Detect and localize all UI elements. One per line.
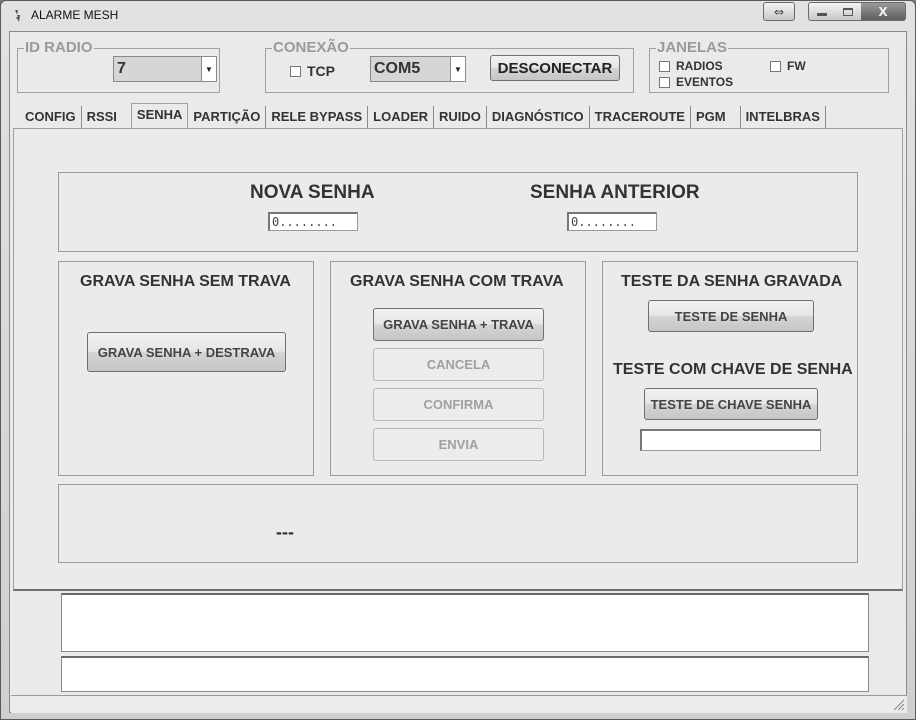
close-icon: X [878, 4, 888, 19]
conexao-label: CONEXÃO [272, 39, 350, 56]
tcp-label: TCP [307, 63, 335, 79]
app-window: ALARME MESH ⇔ X ID RADIO 7 ▼ CONEXÃO TCP… [0, 0, 916, 720]
title-bar: ALARME MESH ⇔ X [1, 1, 915, 31]
eventos-label: EVENTOS [676, 75, 734, 89]
senha-tab-panel: NOVA SENHA SENHA ANTERIOR GRAVA SENHA SE… [13, 128, 903, 591]
envia-label: ENVIA [438, 437, 479, 452]
confirma-label: CONFIRMA [423, 397, 494, 412]
fw-label: FW [787, 59, 806, 73]
tab-loader[interactable]: LOADER [368, 106, 435, 128]
tab-traceroute[interactable]: TRACEROUTE [590, 106, 691, 128]
radios-checkbox[interactable]: RADIOS [659, 59, 723, 73]
grava-trava-button[interactable]: GRAVA SENHA + TRAVA [373, 308, 544, 341]
tab-rele-bypass[interactable]: RELE BYPASS [266, 106, 369, 128]
resize-grip-icon[interactable] [893, 699, 905, 711]
status-panel: --- [58, 484, 858, 563]
conexao-group: CONEXÃO TCP COM5 ▼ DESCONECTAR [265, 40, 634, 93]
tab-particao[interactable]: PARTIÇÃO [188, 106, 267, 128]
tab-intelbras[interactable]: INTELBRAS [741, 106, 826, 128]
sem-trava-heading: GRAVA SENHA SEM TRAVA [80, 273, 291, 290]
grava-destrava-button[interactable]: GRAVA SENHA + DESTRAVA [87, 332, 286, 372]
chave-senha-input[interactable] [640, 429, 821, 451]
minimize-icon [817, 13, 827, 16]
resize-button[interactable]: ⇔ [763, 2, 795, 21]
port-select[interactable]: COM5 ▼ [370, 56, 466, 82]
confirma-button[interactable]: CONFIRMA [373, 388, 544, 421]
tab-diagnostico[interactable]: DIAGNÓSTICO [487, 106, 590, 128]
tab-pgm[interactable]: PGM [691, 106, 741, 128]
client-area: ID RADIO 7 ▼ CONEXÃO TCP COM5 ▼ DESCONEC… [9, 31, 907, 713]
janelas-group: JANELAS RADIOS EVENTOS FW [649, 40, 889, 93]
minimize-button[interactable] [808, 2, 836, 21]
disconnect-button[interactable]: DESCONECTAR [490, 55, 620, 81]
teste-chave-heading: TESTE COM CHAVE DE SENHA [613, 361, 853, 378]
teste-senha-heading: TESTE DA SENHA GRAVADA [621, 273, 843, 290]
status-text: --- [276, 522, 294, 542]
id-radio-group: ID RADIO 7 ▼ [17, 40, 220, 93]
nova-senha-input[interactable] [268, 212, 358, 231]
id-radio-value: 7 [117, 60, 126, 77]
cancela-label: CANCELA [426, 357, 491, 372]
fw-checkbox-box[interactable] [770, 60, 781, 72]
radios-label: RADIOS [676, 59, 723, 73]
tcp-checkbox-box[interactable] [290, 65, 301, 77]
fw-checkbox[interactable]: FW [770, 59, 806, 73]
grava-destrava-label: GRAVA SENHA + DESTRAVA [97, 344, 276, 360]
janelas-label: JANELAS [656, 39, 729, 56]
nova-senha-heading: NOVA SENHA [250, 182, 375, 203]
id-radio-label: ID RADIO [24, 39, 94, 56]
grava-trava-label: GRAVA SENHA + TRAVA [383, 317, 534, 332]
status-bar [11, 695, 907, 713]
tab-config[interactable]: CONFIG [20, 106, 82, 128]
maximize-button[interactable] [835, 2, 862, 21]
sem-trava-panel: GRAVA SENHA SEM TRAVA GRAVA SENHA + DEST… [58, 261, 314, 476]
chevron-down-icon[interactable]: ▼ [450, 57, 466, 81]
radios-checkbox-box[interactable] [659, 60, 670, 72]
tab-senha[interactable]: SENHA [130, 103, 189, 128]
port-value: COM5 [374, 60, 421, 77]
disconnect-label: DESCONECTAR [497, 59, 613, 77]
cancela-button[interactable]: CANCELA [373, 348, 544, 381]
eventos-checkbox-box[interactable] [659, 76, 670, 88]
app-icon [15, 10, 20, 22]
com-trava-panel: GRAVA SENHA COM TRAVA GRAVA SENHA + TRAV… [330, 261, 586, 476]
password-entry-panel: NOVA SENHA SENHA ANTERIOR [58, 172, 858, 252]
tab-ruido[interactable]: RUIDO [434, 106, 487, 128]
window-title: ALARME MESH [31, 8, 119, 22]
senha-anterior-heading: SENHA ANTERIOR [530, 182, 700, 203]
close-button[interactable]: X [861, 2, 906, 21]
maximize-icon [843, 7, 853, 16]
resize-icon: ⇔ [773, 4, 785, 19]
teste-senha-button[interactable]: TESTE DE SENHA [648, 300, 814, 332]
envia-button[interactable]: ENVIA [373, 428, 544, 461]
teste-senha-label: TESTE DE SENHA [674, 308, 788, 324]
tab-bar: CONFIG RSSI SENHA PARTIÇÃO RELE BYPASS L… [20, 103, 826, 128]
senha-anterior-input[interactable] [567, 212, 657, 231]
com-trava-heading: GRAVA SENHA COM TRAVA [350, 273, 564, 290]
teste-chave-label: TESTE DE CHAVE SENHA [650, 396, 812, 412]
tcp-checkbox[interactable]: TCP [290, 63, 335, 79]
log-output[interactable] [61, 593, 869, 652]
tab-rssi[interactable]: RSSI [82, 106, 131, 128]
command-input[interactable] [61, 656, 869, 692]
teste-chave-button[interactable]: TESTE DE CHAVE SENHA [644, 388, 818, 420]
eventos-checkbox[interactable]: EVENTOS [659, 75, 733, 89]
id-radio-select[interactable]: 7 ▼ [113, 56, 217, 82]
chevron-down-icon[interactable]: ▼ [201, 57, 217, 81]
teste-panel: TESTE DA SENHA GRAVADA TESTE DE SENHA TE… [602, 261, 858, 476]
